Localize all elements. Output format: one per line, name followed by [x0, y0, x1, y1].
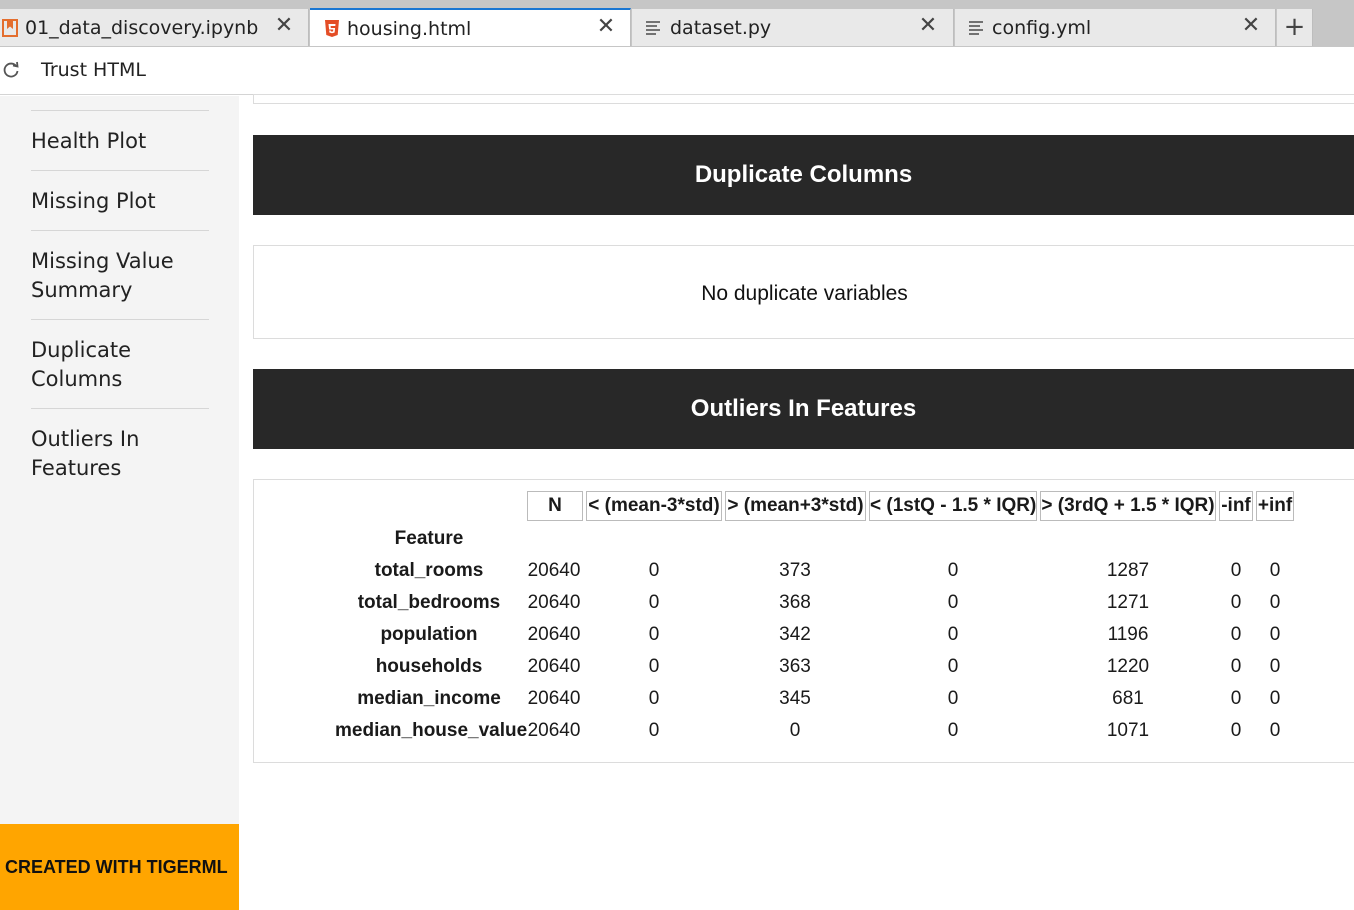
close-icon[interactable]: ✕ — [1241, 14, 1261, 38]
tab-config[interactable]: config.yml ✕ — [955, 9, 1276, 46]
table-cell: 0 — [1230, 688, 1242, 709]
sidebar-item-missing-value-summary[interactable]: Missing Value Summary — [31, 247, 209, 305]
table-cell: 0 — [1230, 560, 1242, 581]
divider — [31, 319, 209, 320]
row-feature-label: median_house_value — [335, 720, 528, 741]
table-cell: 0 — [1269, 688, 1281, 709]
table-cell: 0 — [648, 720, 660, 741]
table-cell: 0 — [1269, 560, 1281, 581]
sidebar-item-duplicate-columns[interactable]: Duplicate Columns — [31, 336, 209, 394]
file-text-icon — [968, 19, 984, 37]
column-header: > (3rdQ + 1.5 * IQR) — [1040, 491, 1216, 521]
table-cell: 373 — [779, 560, 811, 581]
table-cell: 0 — [1269, 720, 1281, 741]
table-cell: 0 — [1230, 624, 1242, 645]
file-text-icon — [645, 19, 661, 37]
section-title: Outliers In Features — [690, 395, 917, 422]
table-cell: 20640 — [527, 688, 581, 709]
row-feature-label: total_bedrooms — [357, 592, 501, 613]
table-cell: 1271 — [1106, 592, 1150, 613]
table-cell: 681 — [1112, 688, 1144, 709]
tab-housing[interactable]: housing.html ✕ — [310, 8, 631, 46]
close-icon[interactable]: ✕ — [596, 15, 616, 39]
table-cell: 0 — [789, 720, 801, 741]
table-cell: 20640 — [527, 624, 581, 645]
table-cell: 363 — [779, 656, 811, 677]
table-cell: 342 — [779, 624, 811, 645]
table-cell: 0 — [648, 624, 660, 645]
table-cell: 0 — [648, 688, 660, 709]
tab-bar: 01_data_discovery.ipynb ✕ housing.html ✕… — [0, 0, 1354, 47]
table-cell: 0 — [947, 720, 959, 741]
table-cell: 0 — [947, 592, 959, 613]
sidebar-item-missing-plot[interactable]: Missing Plot — [31, 187, 209, 216]
index-header: Feature — [394, 528, 464, 549]
divider — [31, 408, 209, 409]
table-cell: 0 — [648, 560, 660, 581]
column-header: > (mean+3*std) — [725, 491, 866, 521]
html5-icon — [324, 20, 340, 38]
no-duplicates-message: No duplicate variables — [701, 282, 908, 305]
table-cell: 0 — [1230, 592, 1242, 613]
column-header: < (mean-3*std) — [586, 491, 722, 521]
table-cell: 1071 — [1106, 720, 1150, 741]
row-feature-label: median_income — [357, 688, 501, 709]
close-icon[interactable]: ✕ — [274, 14, 294, 38]
notebook-icon — [2, 19, 18, 37]
plus-icon: + — [1283, 12, 1306, 42]
table-cell: 0 — [947, 624, 959, 645]
new-tab-button[interactable]: + — [1277, 9, 1313, 46]
sidebar-item-outliers-in-features[interactable]: Outliers In Features — [31, 425, 209, 483]
reload-icon[interactable] — [2, 61, 22, 81]
sidebar-item-health-plot[interactable]: Health Plot — [31, 127, 209, 156]
divider — [31, 230, 209, 231]
divider — [31, 110, 209, 111]
tab-dataset[interactable]: dataset.py ✕ — [632, 9, 954, 46]
tab-label: 01_data_discovery.ipynb — [25, 17, 259, 39]
duplicate-columns-header: Duplicate Columns — [253, 135, 1354, 215]
sidebar: Health Plot Missing Plot Missing Value S… — [0, 96, 239, 910]
table-cell: 0 — [1230, 720, 1242, 741]
table-cell: 0 — [947, 656, 959, 677]
table-cell: 20640 — [527, 656, 581, 677]
section-title: Duplicate Columns — [694, 161, 913, 188]
table-cell: 0 — [648, 656, 660, 677]
toolbar: Trust HTML — [0, 47, 1354, 95]
previous-section-box — [253, 94, 1354, 104]
table-cell: 0 — [1269, 656, 1281, 677]
divider — [31, 170, 209, 171]
row-feature-label: total_rooms — [374, 560, 484, 581]
table-cell: 20640 — [527, 720, 581, 741]
column-header: +inf — [1256, 491, 1294, 521]
table-cell: 20640 — [527, 592, 581, 613]
row-feature-label: population — [380, 624, 478, 645]
tab-label: config.yml — [992, 17, 1092, 39]
tab-label: housing.html — [347, 18, 472, 40]
table-cell: 368 — [779, 592, 811, 613]
table-cell: 20640 — [527, 560, 581, 581]
table-cell: 1196 — [1107, 624, 1149, 645]
table-cell: 1287 — [1106, 560, 1150, 581]
column-header: -inf — [1219, 491, 1253, 521]
table-cell: 0 — [947, 688, 959, 709]
column-header: N — [527, 491, 583, 521]
table-cell: 1220 — [1106, 656, 1150, 677]
trust-html-button[interactable]: Trust HTML — [41, 59, 146, 81]
table-cell: 345 — [779, 688, 811, 709]
table-cell: 0 — [1269, 624, 1281, 645]
tab-notebook[interactable]: 01_data_discovery.ipynb ✕ — [0, 9, 309, 46]
table-cell: 0 — [648, 592, 660, 613]
tab-bar-strip — [0, 0, 1354, 9]
tigerml-badge: CREATED WITH TIGERML — [0, 824, 239, 910]
close-icon[interactable]: ✕ — [918, 14, 938, 38]
duplicate-columns-box: No duplicate variables — [253, 245, 1354, 339]
table-cell: 0 — [1269, 592, 1281, 613]
outliers-header: Outliers In Features — [253, 369, 1354, 449]
column-header: < (1stQ - 1.5 * IQR) — [869, 491, 1037, 521]
row-feature-label: households — [375, 656, 483, 677]
table-cell: 0 — [1230, 656, 1242, 677]
table-cell: 0 — [947, 560, 959, 581]
tab-label: dataset.py — [670, 17, 772, 39]
badge-label: CREATED WITH TIGERML — [5, 857, 228, 877]
